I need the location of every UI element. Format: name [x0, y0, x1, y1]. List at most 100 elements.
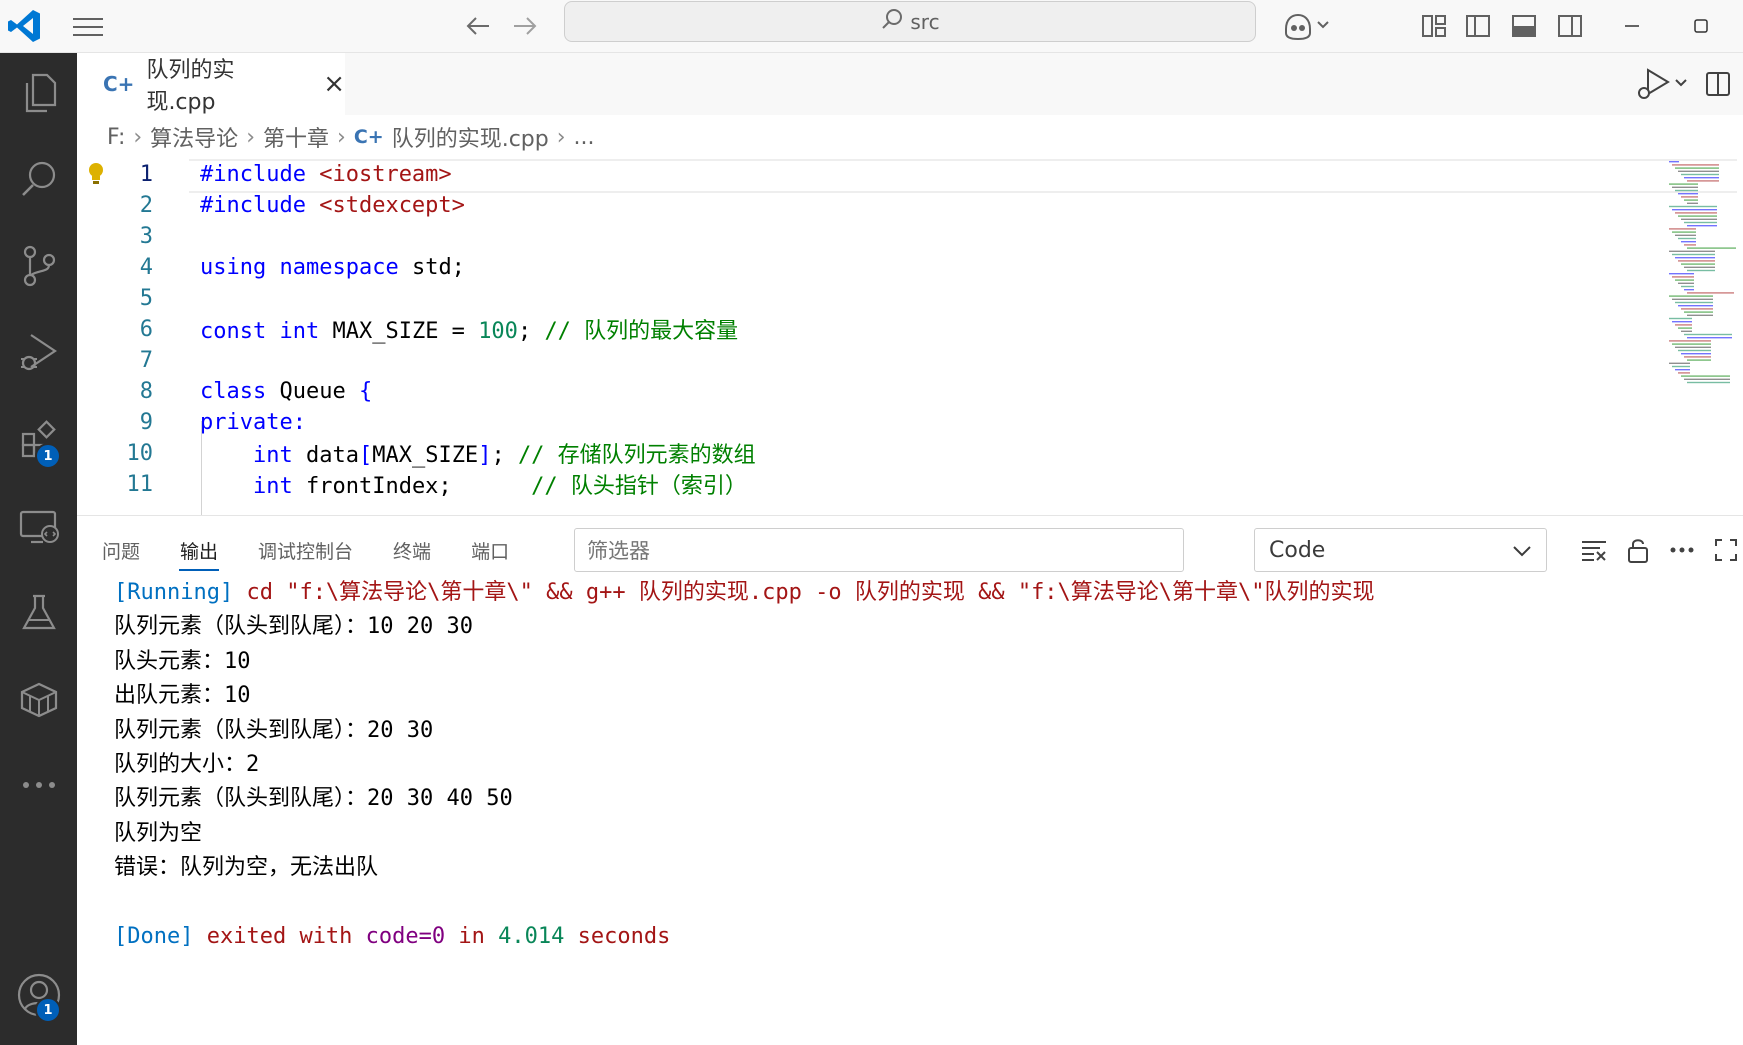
customize-layout-icon[interactable]	[1414, 6, 1454, 46]
split-editor-icon[interactable]	[1693, 59, 1743, 109]
output-line: [Done] exited with code=0 in 4.014 secon…	[114, 923, 671, 949]
chevron-right-icon: ›	[246, 124, 255, 150]
tab-output[interactable]: 输出	[160, 516, 238, 584]
code-line[interactable]: 6 const int MAX_SIZE = 100; // 队列的最大容量	[77, 312, 1667, 346]
editor-tabs-bar: C+ 队列的实现.cpp ×	[77, 53, 1743, 115]
testing-icon[interactable]	[0, 573, 77, 653]
code-line[interactable]: 10 int data[MAX_SIZE]; // 存储队列元素的数组	[77, 436, 1667, 470]
output-channel-value: Code	[1269, 537, 1326, 563]
extensions-badge: 1	[35, 443, 61, 469]
line-number: 7	[139, 347, 153, 373]
toggle-panel-icon[interactable]	[1504, 6, 1544, 46]
output-channel-select[interactable]: Code	[1254, 528, 1547, 572]
title-bar: src	[0, 0, 1743, 53]
panel-tabs: 问题 输出 调试控制台 终端 端口	[77, 516, 529, 584]
maximize-panel-icon[interactable]	[1706, 530, 1743, 570]
more-icon[interactable]	[0, 745, 77, 825]
line-number: 4	[139, 254, 153, 280]
output-line: 队列元素（队头到队尾）：20 30	[114, 717, 434, 743]
code-line[interactable]: 3	[77, 219, 1667, 253]
breadcrumb: F: › 算法导论 › 第十章 › C+ 队列的实现.cpp › ...	[77, 115, 1743, 159]
lock-icon[interactable]	[1618, 530, 1658, 570]
explorer-icon[interactable]	[0, 53, 77, 133]
extensions-icon[interactable]: 1	[0, 400, 77, 480]
output-line: 队列为空	[114, 820, 203, 846]
chevron-right-icon: ›	[337, 124, 346, 150]
code-line[interactable]: 7	[77, 343, 1667, 377]
code-text: const int MAX_SIZE = 100; // 队列的最大容量	[200, 319, 739, 344]
line-number: 11	[126, 471, 154, 497]
code-text: class Queue {	[200, 378, 373, 404]
tab-label: 队列的实现.cpp	[146, 58, 235, 115]
accounts-icon[interactable]: 1	[0, 955, 77, 1035]
tab-queue-cpp[interactable]: C+ 队列的实现.cpp ×	[77, 53, 345, 115]
line-number: 9	[139, 409, 153, 435]
minimize-icon[interactable]	[1612, 6, 1652, 46]
search-text: src	[910, 9, 940, 34]
tab-ports[interactable]: 端口	[451, 516, 529, 584]
chevron-right-icon: ›	[133, 124, 143, 150]
activity-bar: 1 1	[0, 53, 77, 1045]
toggle-primary-sidebar-icon[interactable]	[1458, 6, 1498, 46]
tab-debug-console[interactable]: 调试控制台	[238, 516, 373, 584]
code-text: int data[MAX_SIZE]; // 存储队列元素的数组	[252, 443, 756, 468]
breadcrumb-file[interactable]: 队列的实现.cpp	[392, 121, 549, 153]
code-line[interactable]: 9 private:	[77, 405, 1667, 439]
cpp-file-icon: C+	[103, 72, 135, 96]
output-content: [Running] cd "f:\算法导论\第十章\" && g++ 队列的实现…	[114, 576, 1375, 954]
output-line: 出队元素：10	[114, 683, 251, 709]
close-icon[interactable]: ×	[323, 69, 345, 99]
back-arrow-icon[interactable]	[458, 6, 498, 46]
containers-icon[interactable]	[0, 660, 77, 740]
code-line[interactable]: 2 #include <stdexcept>	[77, 188, 1667, 222]
cpp-file-icon: C+	[353, 126, 384, 148]
code-line[interactable]: 11 int frontIndex; // 队头指针（索引）	[77, 467, 1667, 501]
breadcrumb-folder-algorithms[interactable]: 算法导论	[150, 121, 238, 153]
run-debug-dropdown-icon[interactable]	[1631, 59, 1693, 109]
copilot-icon[interactable]	[1280, 6, 1334, 46]
code-editor[interactable]: 1 #include <iostream> 2 #include <stdexcept…	[77, 159, 1743, 515]
forward-arrow-icon[interactable]	[505, 6, 545, 46]
more-actions-icon[interactable]	[1662, 530, 1702, 570]
code-line[interactable]: 1 #include <iostream>	[77, 159, 1667, 191]
minimap[interactable]	[1663, 159, 1743, 409]
line-number: 2	[139, 192, 153, 218]
command-center-search[interactable]: src	[564, 1, 1256, 42]
accounts-badge: 1	[35, 997, 61, 1023]
maximize-icon[interactable]	[1681, 6, 1721, 46]
search-icon[interactable]	[0, 139, 77, 219]
remote-explorer-icon[interactable]	[0, 487, 77, 567]
line-number: 8	[139, 378, 153, 404]
source-control-icon[interactable]	[0, 226, 77, 306]
breadcrumb-symbol[interactable]: ...	[574, 125, 595, 150]
code-line[interactable]: 4 using namespace std;	[77, 250, 1667, 284]
output-line: [Running] cd "f:\算法导论\第十章\" && g++ 队列的实现…	[114, 580, 1375, 605]
panel-actions	[1574, 528, 1743, 572]
run-debug-icon[interactable]	[0, 313, 77, 393]
menu-icon[interactable]	[70, 10, 106, 44]
line-number: 6	[139, 316, 153, 342]
bottom-panel: 问题 输出 调试控制台 终端 端口 筛选器 Code [Running] cd …	[77, 515, 1743, 1045]
output-line: 队头元素：10	[114, 648, 251, 674]
chevron-right-icon: ›	[556, 124, 566, 150]
output-line: 错误：队列为空，无法出队	[114, 855, 379, 881]
vscode-logo-icon	[4, 6, 44, 46]
editor-actions	[1631, 53, 1743, 115]
code-line[interactable]: 8 class Queue {	[77, 374, 1667, 408]
code-text: using namespace std;	[200, 254, 465, 280]
code-text: #include <iostream>	[200, 161, 452, 187]
line-number: 1	[139, 161, 153, 187]
toggle-secondary-sidebar-icon[interactable]	[1550, 6, 1590, 46]
output-line: 队列的大小：2	[114, 751, 260, 777]
tab-terminal[interactable]: 终端	[373, 516, 451, 584]
code-text: private:	[200, 409, 306, 435]
breadcrumb-drive[interactable]: F:	[107, 125, 125, 150]
tab-problems[interactable]: 问题	[77, 516, 160, 584]
breadcrumb-folder-chapter[interactable]: 第十章	[263, 121, 329, 153]
line-number: 10	[126, 440, 154, 466]
clear-output-icon[interactable]	[1574, 530, 1614, 570]
code-line[interactable]: 5	[77, 281, 1667, 315]
output-line: 队列元素（队头到队尾）：20 30 40 50	[114, 786, 513, 812]
output-filter-input[interactable]: 筛选器	[574, 528, 1184, 572]
